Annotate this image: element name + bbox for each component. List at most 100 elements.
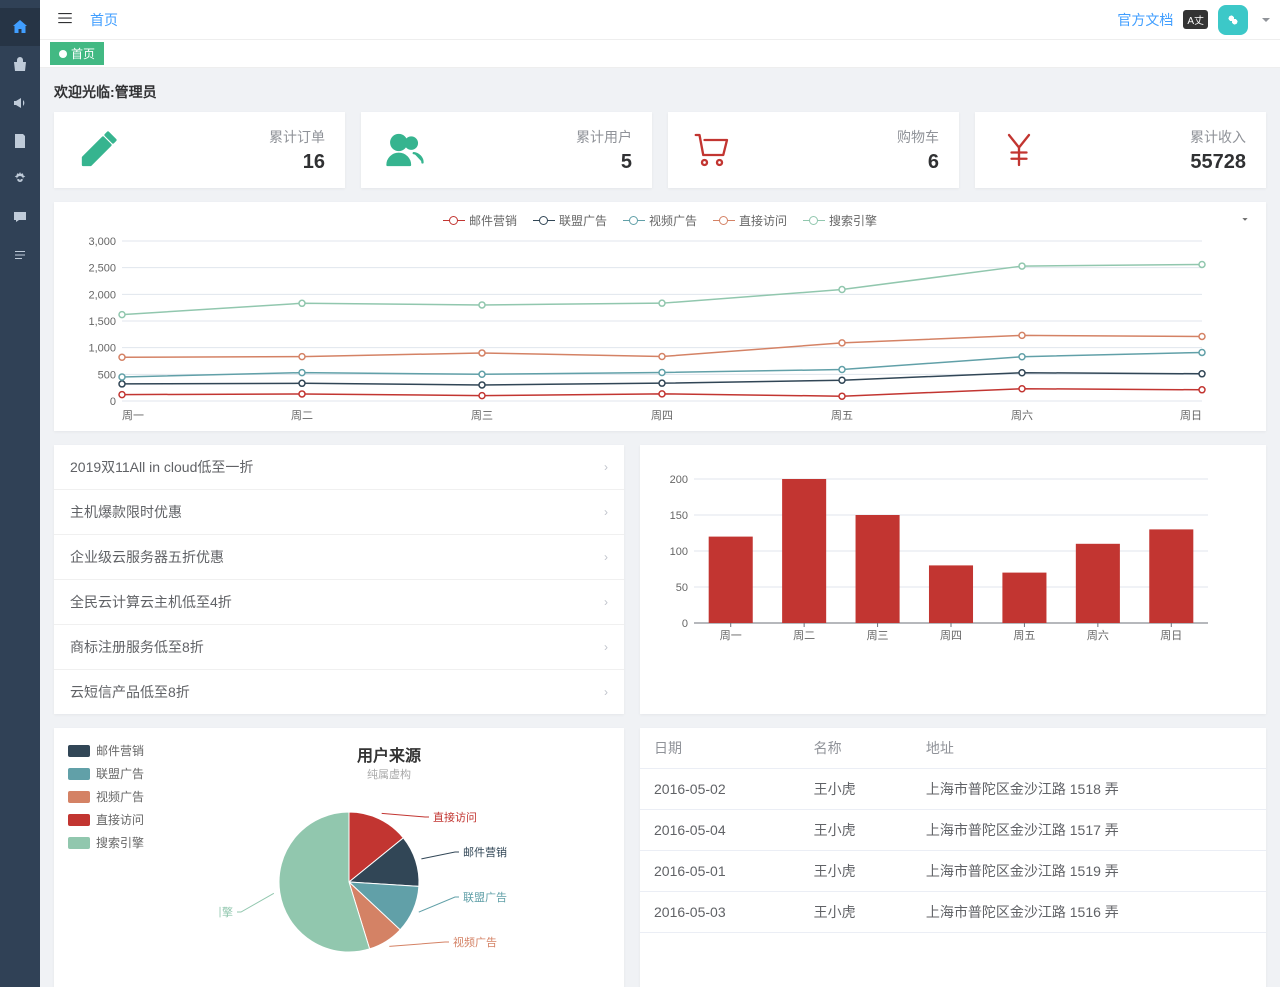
svg-text:周五: 周五 bbox=[831, 409, 853, 422]
sidebar-item-doc[interactable] bbox=[0, 122, 40, 160]
legend-item[interactable]: 搜索引擎 bbox=[803, 212, 877, 229]
sidebar-item-settings[interactable] bbox=[0, 160, 40, 198]
pie-legend-item[interactable]: 视频广告 bbox=[68, 788, 168, 805]
pie-chart-panel: 邮件营销联盟广告视频广告直接访问搜索引擎 用户来源 纯属虚构 直接访问邮件营销联… bbox=[54, 728, 624, 987]
table-cell: 王小虎 bbox=[800, 810, 912, 851]
tabs-bar: 首页 bbox=[40, 40, 1280, 68]
svg-text:150: 150 bbox=[670, 510, 688, 522]
pie-subtitle: 纯属虚构 bbox=[168, 766, 610, 782]
svg-text:联盟广告: 联盟广告 bbox=[463, 891, 507, 904]
download-icon[interactable] bbox=[1238, 212, 1252, 229]
tab-dot-icon bbox=[59, 50, 67, 58]
header: 首页 官方文档 A丈 bbox=[40, 0, 1280, 40]
table-header: 地址 bbox=[912, 728, 1266, 769]
svg-text:周四: 周四 bbox=[651, 409, 673, 422]
sidebar-item-message[interactable] bbox=[0, 198, 40, 236]
svg-text:1,000: 1,000 bbox=[88, 343, 116, 355]
table-cell: 上海市普陀区金沙江路 1519 弄 bbox=[912, 851, 1266, 892]
doc-link[interactable]: 官方文档 bbox=[1117, 10, 1173, 30]
promo-list-item[interactable]: 商标注册服务低至8折 › bbox=[54, 625, 624, 670]
svg-text:周六: 周六 bbox=[1011, 409, 1033, 422]
list-item-label: 云短信产品低至8折 bbox=[70, 682, 190, 702]
sidebar-item-announce[interactable] bbox=[0, 84, 40, 122]
chevron-right-icon: › bbox=[604, 640, 608, 654]
table-row: 2016-05-04王小虎上海市普陀区金沙江路 1517 弄 bbox=[640, 810, 1266, 851]
stats-row: 累计订单16 累计用户5 购物车6 累计收入55728 bbox=[54, 112, 1266, 188]
chevron-down-icon[interactable] bbox=[1262, 18, 1270, 26]
stat-label: 购物车 bbox=[897, 127, 939, 147]
stat-card-0: 累计订单 16 bbox=[54, 112, 345, 188]
svg-text:周日: 周日 bbox=[1160, 629, 1182, 642]
sidebar-item-shop[interactable] bbox=[0, 46, 40, 84]
table-cell: 王小虎 bbox=[800, 769, 912, 810]
table-panel: 日期名称地址 2016-05-02王小虎上海市普陀区金沙江路 1518 弄201… bbox=[640, 728, 1266, 987]
lang-switch[interactable]: A丈 bbox=[1183, 10, 1208, 29]
table-cell: 2016-05-04 bbox=[640, 810, 800, 851]
pie-legend-item[interactable]: 联盟广告 bbox=[68, 765, 168, 782]
table-cell: 上海市普陀区金沙江路 1517 弄 bbox=[912, 810, 1266, 851]
promo-list-item[interactable]: 主机爆款限时优惠 › bbox=[54, 490, 624, 535]
svg-text:0: 0 bbox=[110, 396, 116, 408]
chevron-right-icon: › bbox=[604, 550, 608, 564]
chart-legend: 邮件营销联盟广告视频广告直接访问搜索引擎 bbox=[72, 212, 1248, 229]
svg-text:直接访问: 直接访问 bbox=[433, 810, 477, 824]
legend-item[interactable]: 直接访问 bbox=[713, 212, 787, 229]
pie-title: 用户来源 bbox=[168, 742, 610, 766]
stat-card-2: 购物车 6 bbox=[668, 112, 959, 188]
table-cell: 上海市普陀区金沙江路 1516 弄 bbox=[912, 892, 1266, 933]
stat-value: 6 bbox=[897, 151, 939, 174]
svg-text:0: 0 bbox=[682, 618, 688, 630]
svg-text:500: 500 bbox=[98, 369, 116, 381]
data-table: 日期名称地址 2016-05-02王小虎上海市普陀区金沙江路 1518 弄201… bbox=[640, 728, 1266, 933]
list-item-label: 商标注册服务低至8折 bbox=[70, 637, 204, 657]
svg-text:周四: 周四 bbox=[940, 629, 962, 642]
table-header: 日期 bbox=[640, 728, 800, 769]
avatar[interactable] bbox=[1218, 5, 1248, 35]
table-row: 2016-05-01王小虎上海市普陀区金沙江路 1519 弄 bbox=[640, 851, 1266, 892]
svg-text:邮件营销: 邮件营销 bbox=[463, 845, 507, 859]
sidebar-item-list[interactable] bbox=[0, 236, 40, 274]
stat-card-3: 累计收入55728 bbox=[975, 112, 1266, 188]
promo-list-item[interactable]: 2019双11All in cloud低至一折› bbox=[54, 445, 624, 490]
stat-value: 16 bbox=[269, 151, 325, 174]
svg-text:200: 200 bbox=[670, 475, 688, 486]
hamburger-icon[interactable] bbox=[50, 9, 80, 30]
stat-label: 累计订单 bbox=[269, 127, 325, 147]
svg-text:周三: 周三 bbox=[471, 409, 493, 422]
cart-icon bbox=[688, 126, 736, 174]
svg-text:周一: 周一 bbox=[122, 409, 144, 422]
svg-text:周日: 周日 bbox=[1180, 409, 1202, 422]
table-row: 2016-05-02王小虎上海市普陀区金沙江路 1518 弄 bbox=[640, 769, 1266, 810]
yen-icon bbox=[995, 126, 1043, 174]
list-item-label: 企业级云服务器五折优惠 bbox=[70, 547, 224, 567]
tab-home[interactable]: 首页 bbox=[50, 42, 104, 65]
legend-item[interactable]: 邮件营销 bbox=[443, 212, 517, 229]
chevron-right-icon: › bbox=[604, 460, 608, 474]
pie-legend-item[interactable]: 邮件营销 bbox=[68, 742, 168, 759]
legend-item[interactable]: 视频广告 bbox=[623, 212, 697, 229]
table-row: 2016-05-03王小虎上海市普陀区金沙江路 1516 弄 bbox=[640, 892, 1266, 933]
table-cell: 上海市普陀区金沙江路 1518 弄 bbox=[912, 769, 1266, 810]
svg-text:周五: 周五 bbox=[1013, 629, 1035, 642]
breadcrumb[interactable]: 首页 bbox=[90, 10, 118, 30]
list-item-label: 主机爆款限时优惠 bbox=[70, 502, 182, 522]
pie-legend-item[interactable]: 搜索引擎 bbox=[68, 834, 168, 851]
edit-icon bbox=[74, 126, 122, 174]
promo-list-item[interactable]: 企业级云服务器五折优惠 › bbox=[54, 535, 624, 580]
bar-chart: 050100150200周一周二周三周四周五周六周日 bbox=[658, 475, 1218, 645]
stat-value: 55728 bbox=[1190, 151, 1246, 174]
table-cell: 2016-05-03 bbox=[640, 892, 800, 933]
sidebar-item-dashboard[interactable] bbox=[0, 8, 40, 46]
chevron-right-icon: › bbox=[604, 505, 608, 519]
svg-text:1,500: 1,500 bbox=[88, 316, 116, 328]
table-cell: 王小虎 bbox=[800, 892, 912, 933]
svg-text:周二: 周二 bbox=[793, 629, 815, 642]
content: 欢迎光临:管理员 累计订单16 累计用户5 购物车6 累计收入55728 邮件营… bbox=[40, 68, 1280, 987]
pie-legend-item[interactable]: 直接访问 bbox=[68, 811, 168, 828]
promo-list-item[interactable]: 全民云计算云主机低至4折› bbox=[54, 580, 624, 625]
pie-legend: 邮件营销联盟广告视频广告直接访问搜索引擎 bbox=[68, 742, 168, 975]
legend-item[interactable]: 联盟广告 bbox=[533, 212, 607, 229]
promo-list-item[interactable]: 云短信产品低至8折 › bbox=[54, 670, 624, 714]
svg-text:周二: 周二 bbox=[291, 409, 313, 422]
chevron-right-icon: › bbox=[604, 685, 608, 699]
